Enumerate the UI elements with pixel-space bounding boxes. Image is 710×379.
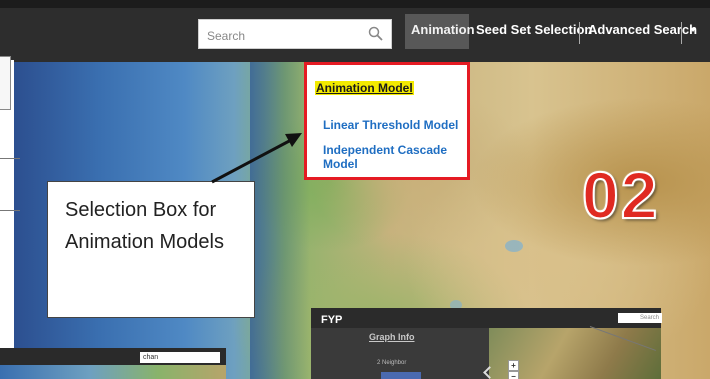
top-strip	[0, 0, 710, 8]
left-panel-line	[0, 158, 20, 159]
menu-item-independent-cascade[interactable]: Independent Cascade Model	[323, 143, 467, 171]
top-navigation-bar: Animation Seed Set Selection Advanced Se…	[0, 0, 710, 62]
inset-search-input: Search	[618, 313, 662, 323]
graph-info-link: Graph Info	[369, 332, 415, 342]
inset-map	[0, 365, 226, 379]
chevron-down-icon[interactable]	[690, 28, 696, 32]
search-box[interactable]	[198, 19, 392, 49]
map-lake	[505, 240, 523, 252]
app-title: FYP	[321, 314, 343, 326]
animation-model-dropdown: Animation Model Linear Threshold Model I…	[304, 62, 470, 180]
annotation-callout: Selection Box for Animation Models	[47, 181, 255, 318]
zoom-in-icon: +	[508, 360, 519, 371]
inset-screenshot-left: chan	[0, 348, 226, 379]
panel-tab	[381, 372, 421, 379]
nav-animation[interactable]: Animation	[405, 14, 475, 49]
menu-item-linear-threshold[interactable]: Linear Threshold Model	[323, 118, 458, 132]
inset-search-input: chan	[140, 352, 220, 363]
nav-separator	[681, 22, 682, 44]
neighbor-label: 2 Neighbor	[377, 360, 407, 366]
zoom-out-icon: −	[508, 371, 519, 379]
left-panel-box	[0, 56, 11, 110]
screenshot-stage: Animation Seed Set Selection Advanced Se…	[0, 0, 710, 379]
step-number: 02	[581, 158, 660, 232]
map-coastline	[250, 62, 310, 379]
nav-seed-set-selection[interactable]: Seed Set Selection	[476, 22, 592, 44]
search-icon[interactable]	[367, 25, 385, 43]
nav-separator	[579, 22, 580, 44]
annotation-text: Selection Box for Animation Models	[65, 199, 224, 253]
dropdown-title: Animation Model	[315, 81, 414, 95]
search-input[interactable]	[205, 25, 369, 47]
left-panel-line	[0, 210, 20, 211]
